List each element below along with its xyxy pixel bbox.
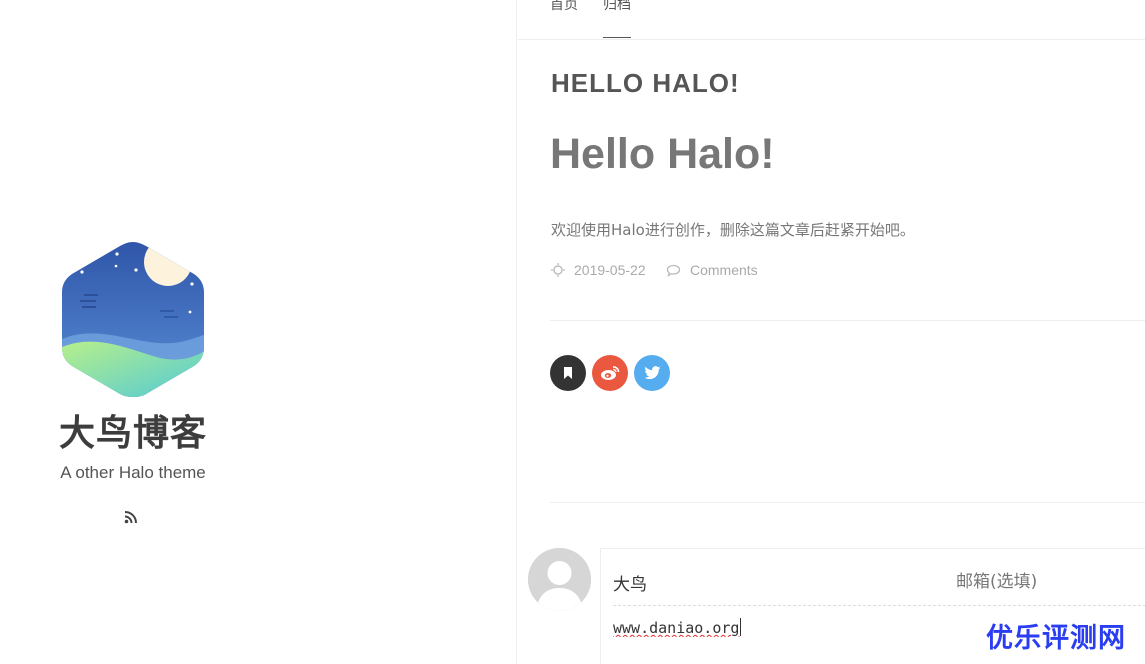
weibo-icon bbox=[601, 366, 620, 380]
divider bbox=[550, 502, 1145, 503]
bookmark-icon bbox=[564, 367, 572, 379]
site-title[interactable]: 大鸟博客 bbox=[0, 404, 266, 456]
rss-icon[interactable] bbox=[124, 510, 138, 524]
email-field[interactable] bbox=[956, 569, 1136, 595]
twitter-icon bbox=[643, 366, 660, 380]
post-heading-caps[interactable]: HELLO HALO! bbox=[551, 68, 740, 99]
site-logo-icon[interactable] bbox=[60, 240, 206, 400]
site-description: A other Halo theme bbox=[60, 463, 206, 482]
post-excerpt: 欢迎使用Halo进行创作，删除这篇文章后赶紧开始吧。 bbox=[551, 221, 915, 239]
nav-item-home[interactable]: 首页 bbox=[550, 0, 578, 14]
main-content: 首页 归档 HELLO HALO! Hello Halo! 欢迎使用Halo进行… bbox=[518, 0, 1145, 664]
nav-item-archive[interactable]: 归档 bbox=[603, 0, 631, 14]
post-date-text: 2019-05-22 bbox=[574, 262, 646, 278]
comment-bubble-icon bbox=[666, 264, 681, 277]
sidebar: 大鸟博客 A other Halo theme bbox=[0, 0, 517, 664]
nav-active-indicator bbox=[603, 37, 631, 38]
divider bbox=[550, 320, 1145, 321]
post-title[interactable]: Hello Halo! bbox=[550, 130, 775, 179]
url-field[interactable] bbox=[613, 616, 913, 640]
top-nav: 首页 归档 bbox=[518, 0, 1145, 40]
name-field[interactable] bbox=[613, 569, 913, 595]
field-divider bbox=[613, 605, 1145, 606]
watermark: 优乐评测网 bbox=[986, 623, 1126, 654]
post-comments-link[interactable]: Comments bbox=[666, 262, 758, 278]
share-twitter-button[interactable] bbox=[634, 355, 670, 391]
text-caret bbox=[740, 618, 741, 636]
share-weibo-button[interactable] bbox=[592, 355, 628, 391]
avatar bbox=[528, 548, 591, 611]
post-comments-label[interactable]: Comments bbox=[690, 262, 758, 278]
sun-icon bbox=[551, 263, 565, 277]
default-avatar-icon bbox=[528, 548, 591, 611]
share-bookmark-button[interactable] bbox=[550, 355, 586, 391]
post-date: 2019-05-22 bbox=[551, 262, 646, 278]
